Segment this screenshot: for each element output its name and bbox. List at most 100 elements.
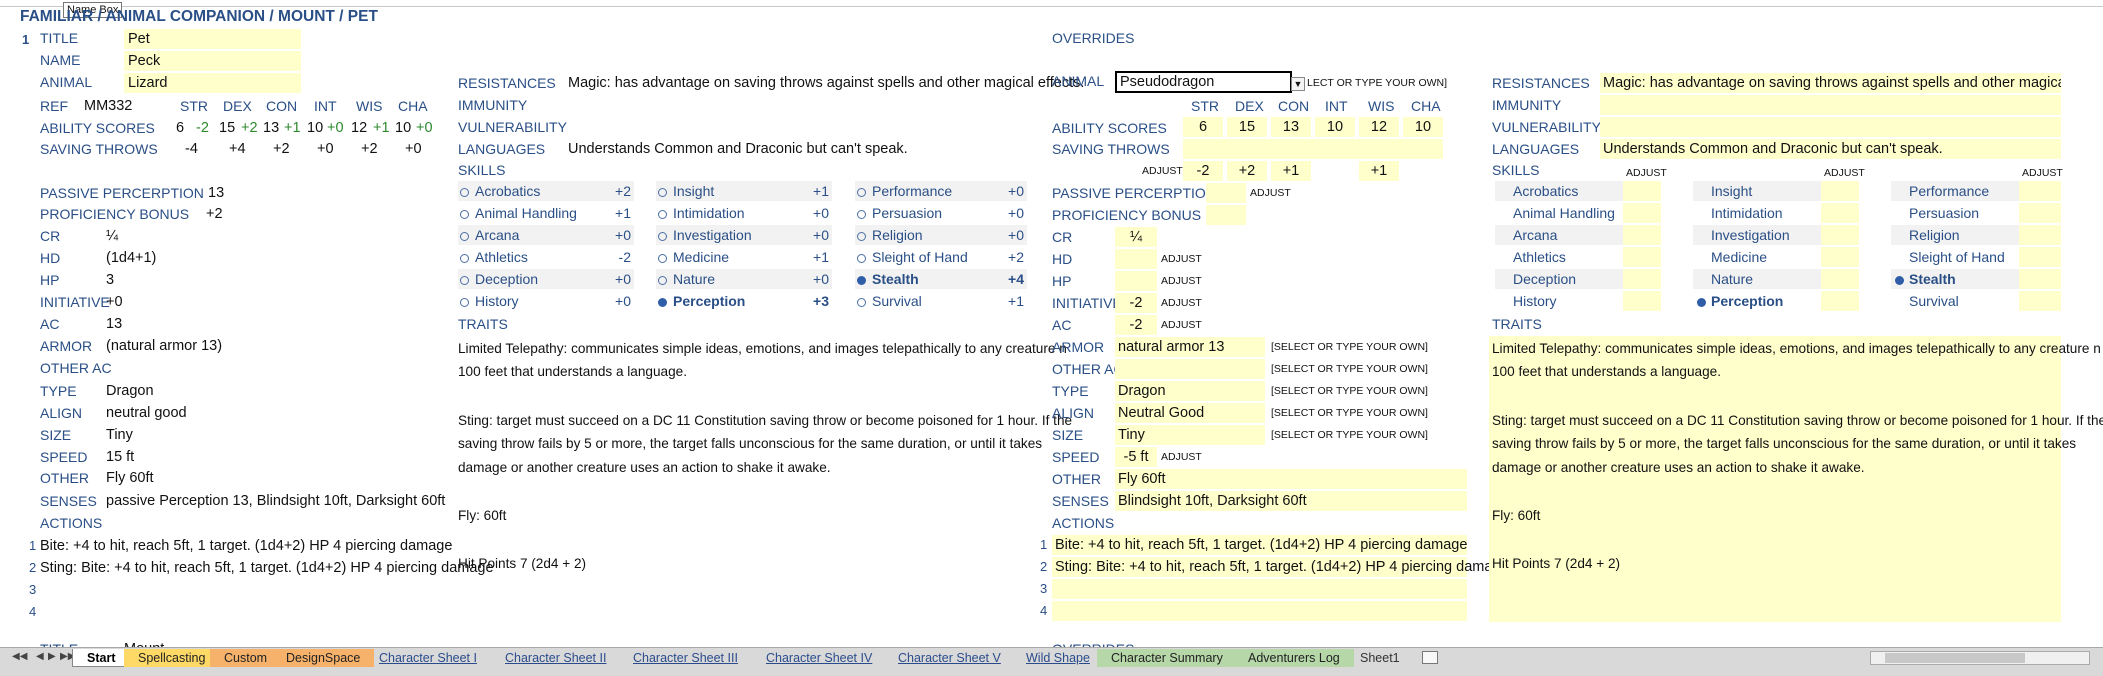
ov-skill-row[interactable]: Animal Handling xyxy=(1495,203,1627,223)
new-sheet-icon[interactable] xyxy=(1422,651,1438,664)
ov-skill-row[interactable]: Stealth xyxy=(1891,269,2023,289)
skill-row[interactable]: History +0 xyxy=(458,291,634,311)
tab-designspace[interactable]: DesignSpace xyxy=(272,649,375,667)
skill-row[interactable]: Deception +0 xyxy=(458,269,634,289)
ov-type-field[interactable]: Dragon xyxy=(1115,381,1265,401)
proficiency-circle-icon[interactable] xyxy=(460,209,469,219)
proficiency-circle-icon[interactable] xyxy=(460,187,469,197)
ov-other-field[interactable]: Fly 60ft xyxy=(1115,469,1467,489)
tab-custom[interactable]: Custom xyxy=(210,649,282,667)
skill-row[interactable]: Medicine +1 xyxy=(656,247,832,267)
ov-skill-adjust-field[interactable] xyxy=(1821,203,1859,223)
ov-skill-adjust-field[interactable] xyxy=(1623,247,1661,267)
skill-row[interactable]: Arcana +0 xyxy=(458,225,634,245)
tab-character-summary[interactable]: Character Summary xyxy=(1097,649,1237,667)
skill-row[interactable]: Nature +0 xyxy=(656,269,832,289)
tab-character-sheet-1[interactable]: Character Sheet I xyxy=(365,649,491,667)
tab-character-sheet-4[interactable]: Character Sheet IV xyxy=(752,649,886,667)
skill-row[interactable]: Survival +1 xyxy=(855,291,1027,311)
ov-skill-row[interactable]: Perception xyxy=(1693,291,1825,311)
ov-skill-adjust-field[interactable] xyxy=(1623,291,1661,311)
tab-nav-prev-icon[interactable]: ◀ xyxy=(36,650,44,664)
ov-cha-score[interactable]: 10 xyxy=(1403,117,1443,137)
ov-skill-row[interactable]: Religion xyxy=(1891,225,2023,245)
proficiency-circle-icon[interactable] xyxy=(658,231,667,241)
ov-skill-adjust-field[interactable] xyxy=(1821,291,1859,311)
ov-imm-field[interactable] xyxy=(1600,95,2061,115)
ov-hd-field[interactable] xyxy=(1115,249,1157,269)
tab-start[interactable]: Start xyxy=(72,649,131,667)
ov-con-score[interactable]: 13 xyxy=(1271,117,1311,137)
ov-otherac-field[interactable] xyxy=(1115,359,1265,379)
ov-animal-select[interactable]: Pseudodragon xyxy=(1115,71,1292,93)
proficiency-circle-icon[interactable] xyxy=(658,253,667,263)
ov-skill-adjust-field[interactable] xyxy=(1821,269,1859,289)
ov-skill-adjust-field[interactable] xyxy=(2019,269,2061,289)
ov-armor-field[interactable]: natural armor 13 xyxy=(1115,337,1265,357)
proficiency-circle-icon[interactable] xyxy=(857,253,866,263)
ov-prof-field[interactable] xyxy=(1206,205,1246,225)
ov-action-field[interactable]: Bite: +4 to hit, reach 5ft, 1 target. (1… xyxy=(1052,535,1467,555)
ov-adjust-wis[interactable]: +1 xyxy=(1359,161,1399,181)
ov-save-field[interactable] xyxy=(1183,139,1443,159)
ov-init-field[interactable]: -2 xyxy=(1115,293,1157,313)
ov-skill-adjust-field[interactable] xyxy=(2019,181,2061,201)
ov-hp-field[interactable] xyxy=(1115,271,1157,291)
ov-skill-adjust-field[interactable] xyxy=(1821,247,1859,267)
ov-lang-field[interactable]: Understands Common and Draconic but can'… xyxy=(1600,139,2061,159)
proficiency-dot-icon[interactable] xyxy=(1697,297,1706,307)
ov-skill-row[interactable]: Performance xyxy=(1891,181,2023,201)
ov-res-field[interactable]: Magic: has advantage on saving throws ag… xyxy=(1600,73,2061,93)
skill-row[interactable]: Investigation +0 xyxy=(656,225,832,245)
ov-passive-field[interactable] xyxy=(1206,183,1246,203)
ov-skill-row[interactable]: Arcana xyxy=(1495,225,1627,245)
ov-senses-field[interactable]: Blindsight 10ft, Darksight 60ft xyxy=(1115,491,1467,511)
tab-nav-next-icon[interactable]: ▶ xyxy=(48,650,56,664)
ov-wis-score[interactable]: 12 xyxy=(1359,117,1399,137)
tab-nav-first-icon[interactable]: ◀◀ xyxy=(12,650,27,664)
ov-dex-score[interactable]: 15 xyxy=(1227,117,1267,137)
proficiency-dot-icon[interactable] xyxy=(1895,275,1904,285)
proficiency-circle-icon[interactable] xyxy=(658,209,667,219)
skill-row[interactable]: Sleight of Hand +2 xyxy=(855,247,1027,267)
tab-sheet1[interactable]: Sheet1 xyxy=(1346,649,1414,667)
animal-field[interactable]: Lizard xyxy=(124,73,301,93)
skill-row[interactable]: Insight +1 xyxy=(656,181,832,201)
ov-cr-field[interactable]: ¼ xyxy=(1115,227,1157,247)
ov-skill-row[interactable]: Persuasion xyxy=(1891,203,2023,223)
ov-skill-row[interactable]: Investigation xyxy=(1693,225,1825,245)
proficiency-circle-icon[interactable] xyxy=(857,297,866,307)
ov-action-field[interactable]: Sting: Bite: +4 to hit, reach 5ft, 1 tar… xyxy=(1052,557,1509,577)
ov-align-field[interactable]: Neutral Good xyxy=(1115,403,1265,423)
skill-row[interactable]: Stealth +4 xyxy=(855,269,1027,289)
ov-skill-row[interactable]: Medicine xyxy=(1693,247,1825,267)
ov-skill-row[interactable]: Sleight of Hand xyxy=(1891,247,2023,267)
proficiency-dot-icon[interactable] xyxy=(857,275,866,285)
ov-action-field[interactable] xyxy=(1052,579,1467,599)
skill-row[interactable]: Religion +0 xyxy=(855,225,1027,245)
ov-skill-adjust-field[interactable] xyxy=(1821,225,1859,245)
ov-action-field[interactable] xyxy=(1052,601,1467,621)
proficiency-circle-icon[interactable] xyxy=(658,187,667,197)
ov-skill-adjust-field[interactable] xyxy=(2019,291,2061,311)
ov-skill-adjust-field[interactable] xyxy=(1821,181,1859,201)
proficiency-circle-icon[interactable] xyxy=(857,209,866,219)
skill-row[interactable]: Athletics -2 xyxy=(458,247,634,267)
ov-skill-adjust-field[interactable] xyxy=(1623,203,1661,223)
ov-skill-row[interactable]: Insight xyxy=(1693,181,1825,201)
ov-skill-row[interactable]: Nature xyxy=(1693,269,1825,289)
proficiency-circle-icon[interactable] xyxy=(857,231,866,241)
tab-adventurers-log[interactable]: Adventurers Log xyxy=(1234,649,1354,667)
ov-ac-field[interactable]: -2 xyxy=(1115,315,1157,335)
ov-speed-field[interactable]: -5 ft xyxy=(1115,447,1157,467)
proficiency-circle-icon[interactable] xyxy=(460,253,469,263)
title-field[interactable]: Pet xyxy=(124,29,301,49)
ov-skill-row[interactable]: Acrobatics xyxy=(1495,181,1627,201)
skill-row[interactable]: Persuasion +0 xyxy=(855,203,1027,223)
ov-skill-adjust-field[interactable] xyxy=(2019,225,2061,245)
proficiency-circle-icon[interactable] xyxy=(857,187,866,197)
skill-row[interactable]: Perception +3 xyxy=(656,291,832,311)
tab-spellcasting[interactable]: Spellcasting xyxy=(124,649,220,667)
proficiency-circle-icon[interactable] xyxy=(658,275,667,285)
ov-skill-row[interactable]: History xyxy=(1495,291,1627,311)
